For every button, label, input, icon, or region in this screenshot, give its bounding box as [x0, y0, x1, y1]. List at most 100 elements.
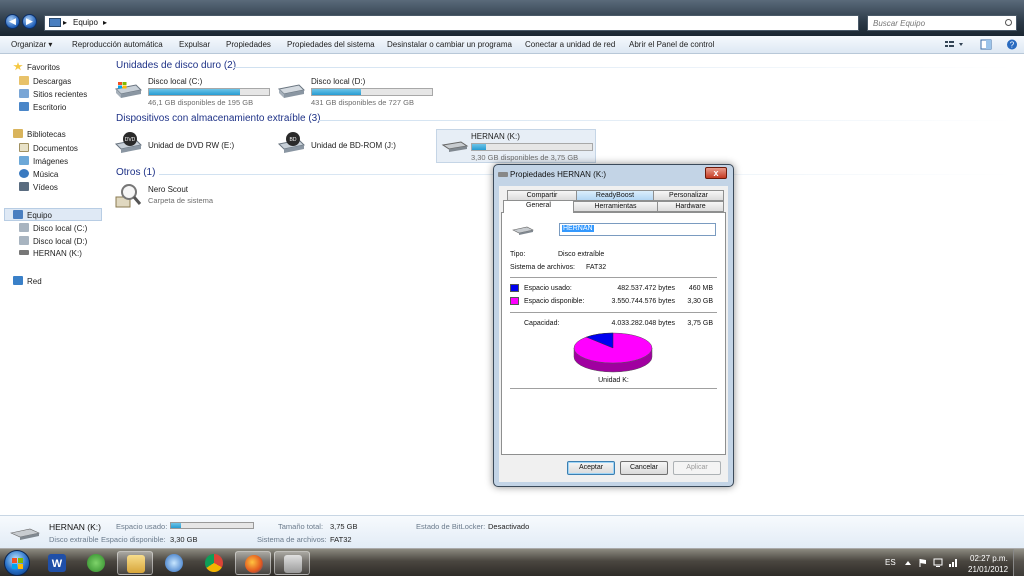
group-header-hdd[interactable]: Unidades de disco duro (2) [116, 60, 236, 71]
cancel-button[interactable]: Cancelar [620, 461, 668, 475]
firefox-icon [245, 555, 263, 573]
drive-space-text: 431 GB disponibles de 727 GB [311, 98, 414, 107]
uninstall-button[interactable]: Desinstalar o cambiar un programa [387, 40, 512, 49]
close-button[interactable]: x [705, 167, 727, 179]
nav-videos[interactable]: Vídeos [19, 182, 58, 192]
search-input[interactable] [868, 16, 993, 30]
apply-button[interactable]: Aplicar [673, 461, 721, 475]
drive-dvd[interactable]: DVD Unidad de DVD RW (E:) [114, 130, 274, 164]
monitor-icon[interactable] [933, 558, 943, 568]
itunes-icon [165, 554, 183, 572]
nav-disk-d[interactable]: Disco local (D:) [19, 236, 87, 246]
show-hidden-icons-icon[interactable] [904, 559, 912, 567]
eject-button[interactable]: Expulsar [179, 40, 210, 49]
view-options-icon[interactable] [944, 39, 966, 50]
drive-usage-bar [148, 88, 270, 96]
forward-button[interactable]: ▶ [22, 14, 37, 29]
tab-herramientas[interactable]: Herramientas [573, 201, 658, 212]
chevron-right-icon[interactable]: ▸ [103, 18, 107, 27]
flag-icon[interactable] [918, 558, 928, 568]
drive-letter-label: Unidad K: [598, 377, 629, 384]
group-header-others[interactable]: Otros (1) [116, 167, 155, 178]
drive-k[interactable]: HERNAN (K:) 3,30 GB disponibles de 3,75 … [436, 129, 596, 163]
computer-icon [13, 210, 23, 219]
taskbar-firefox[interactable] [235, 551, 271, 575]
taskbar-drive-properties[interactable] [274, 551, 310, 575]
nav-computer[interactable]: Equipo [4, 208, 102, 221]
preview-pane-icon[interactable] [980, 39, 992, 50]
properties-button[interactable]: Propiedades [226, 40, 271, 49]
group-header-removable[interactable]: Dispositivos con almacenamiento extraíbl… [116, 113, 321, 124]
breadcrumb-equipo[interactable]: Equipo [73, 18, 98, 27]
nav-network[interactable]: Red [13, 276, 42, 286]
nav-favorites[interactable]: Favoritos [13, 62, 60, 72]
map-drive-button[interactable]: Conectar a unidad de red [525, 40, 615, 49]
navigation-pane: Favoritos Descargas Sitios recientes Esc… [0, 55, 103, 515]
drive-name: Disco local (D:) [311, 77, 366, 86]
details-pane: HERNAN (K:) Disco extraíble Espacio usad… [0, 515, 1024, 548]
drive-d[interactable]: Disco local (D:) 431 GB disponibles de 7… [277, 75, 437, 109]
control-panel-button[interactable]: Abrir el Panel de control [629, 40, 714, 49]
system-properties-button[interactable]: Propiedades del sistema [287, 40, 375, 49]
nav-music[interactable]: Música [19, 169, 58, 179]
clock-time[interactable]: 02:27 p.m. [970, 554, 1008, 563]
taskbar-messenger[interactable] [78, 551, 114, 575]
chevron-right-icon[interactable]: ▸ [63, 18, 67, 27]
volume-name-input[interactable]: HERNAN [559, 223, 716, 236]
search-box[interactable] [867, 15, 1017, 31]
fs-value: FAT32 [586, 264, 607, 271]
svg-text:W: W [52, 558, 63, 570]
nav-disk-c[interactable]: Disco local (C:) [19, 223, 87, 233]
search-icon[interactable] [1005, 19, 1012, 26]
start-button[interactable] [4, 550, 30, 576]
back-button[interactable]: ◀ [5, 14, 20, 29]
language-indicator[interactable]: ES [885, 558, 896, 567]
taskbar-word[interactable]: W [39, 551, 75, 575]
taskbar-chrome[interactable] [196, 551, 232, 575]
autoplay-button[interactable]: Reproducción automática [72, 40, 163, 49]
organize-menu[interactable]: Organizar ▾ [11, 40, 52, 49]
help-icon[interactable]: ? [1006, 39, 1018, 50]
nav-documents[interactable]: Documentos [19, 143, 78, 153]
tab-personalizar[interactable]: Personalizar [653, 190, 724, 201]
taskbar-itunes[interactable] [156, 551, 192, 575]
drive-bd[interactable]: BD Unidad de BD-ROM (J:) [277, 130, 437, 164]
details-fs-value: FAT32 [330, 535, 352, 544]
taskbar: W ES 02:27 p.m. 21/01/2012 [0, 548, 1024, 576]
nero-scout-item[interactable]: Nero Scout Carpeta de sistema [114, 183, 274, 217]
folder-icon [127, 555, 145, 573]
chrome-icon [205, 554, 223, 572]
drive-name: HERNAN (K:) [471, 132, 520, 141]
properties-dialog: Propiedades HERNAN (K:) x Compartir Read… [493, 164, 734, 487]
network-icon [13, 276, 23, 285]
nav-recent[interactable]: Sitios recientes [19, 89, 87, 99]
tab-hardware[interactable]: Hardware [657, 201, 724, 212]
nav-downloads[interactable]: Descargas [19, 76, 71, 86]
tab-general[interactable]: General [503, 200, 574, 213]
svg-text:BD: BD [290, 137, 297, 143]
details-total-value: 3,75 GB [330, 522, 358, 531]
nav-libraries[interactable]: Bibliotecas [13, 129, 66, 139]
usb-drive-icon [498, 172, 508, 177]
group-divider [234, 67, 1014, 68]
nav-hernan[interactable]: HERNAN (K:) [19, 249, 82, 258]
tab-readyboost[interactable]: ReadyBoost [576, 190, 654, 201]
used-size: 460 MB [688, 285, 713, 292]
show-desktop-button[interactable] [1013, 549, 1024, 576]
drive-name: Unidad de BD-ROM (J:) [311, 141, 396, 150]
dialog-title: Propiedades HERNAN (K:) [510, 170, 607, 179]
clock-date[interactable]: 21/01/2012 [968, 565, 1008, 574]
free-size: 3,30 GB [687, 298, 713, 305]
network-icon[interactable] [948, 558, 958, 568]
drive-icon [19, 223, 29, 232]
details-fs-label: Sistema de archivos: [257, 535, 327, 544]
separator [510, 277, 717, 278]
drive-c[interactable]: Disco local (C:) 46,1 GB disponibles de … [114, 75, 274, 109]
taskbar-explorer[interactable] [117, 551, 153, 575]
separator [510, 388, 717, 389]
address-input[interactable]: ▸ Equipo ▸ [44, 15, 859, 31]
nav-images[interactable]: Imágenes [19, 156, 68, 166]
nav-desktop[interactable]: Escritorio [19, 102, 66, 112]
ok-button[interactable]: Aceptar [567, 461, 615, 475]
usb-drive-icon [10, 528, 40, 540]
